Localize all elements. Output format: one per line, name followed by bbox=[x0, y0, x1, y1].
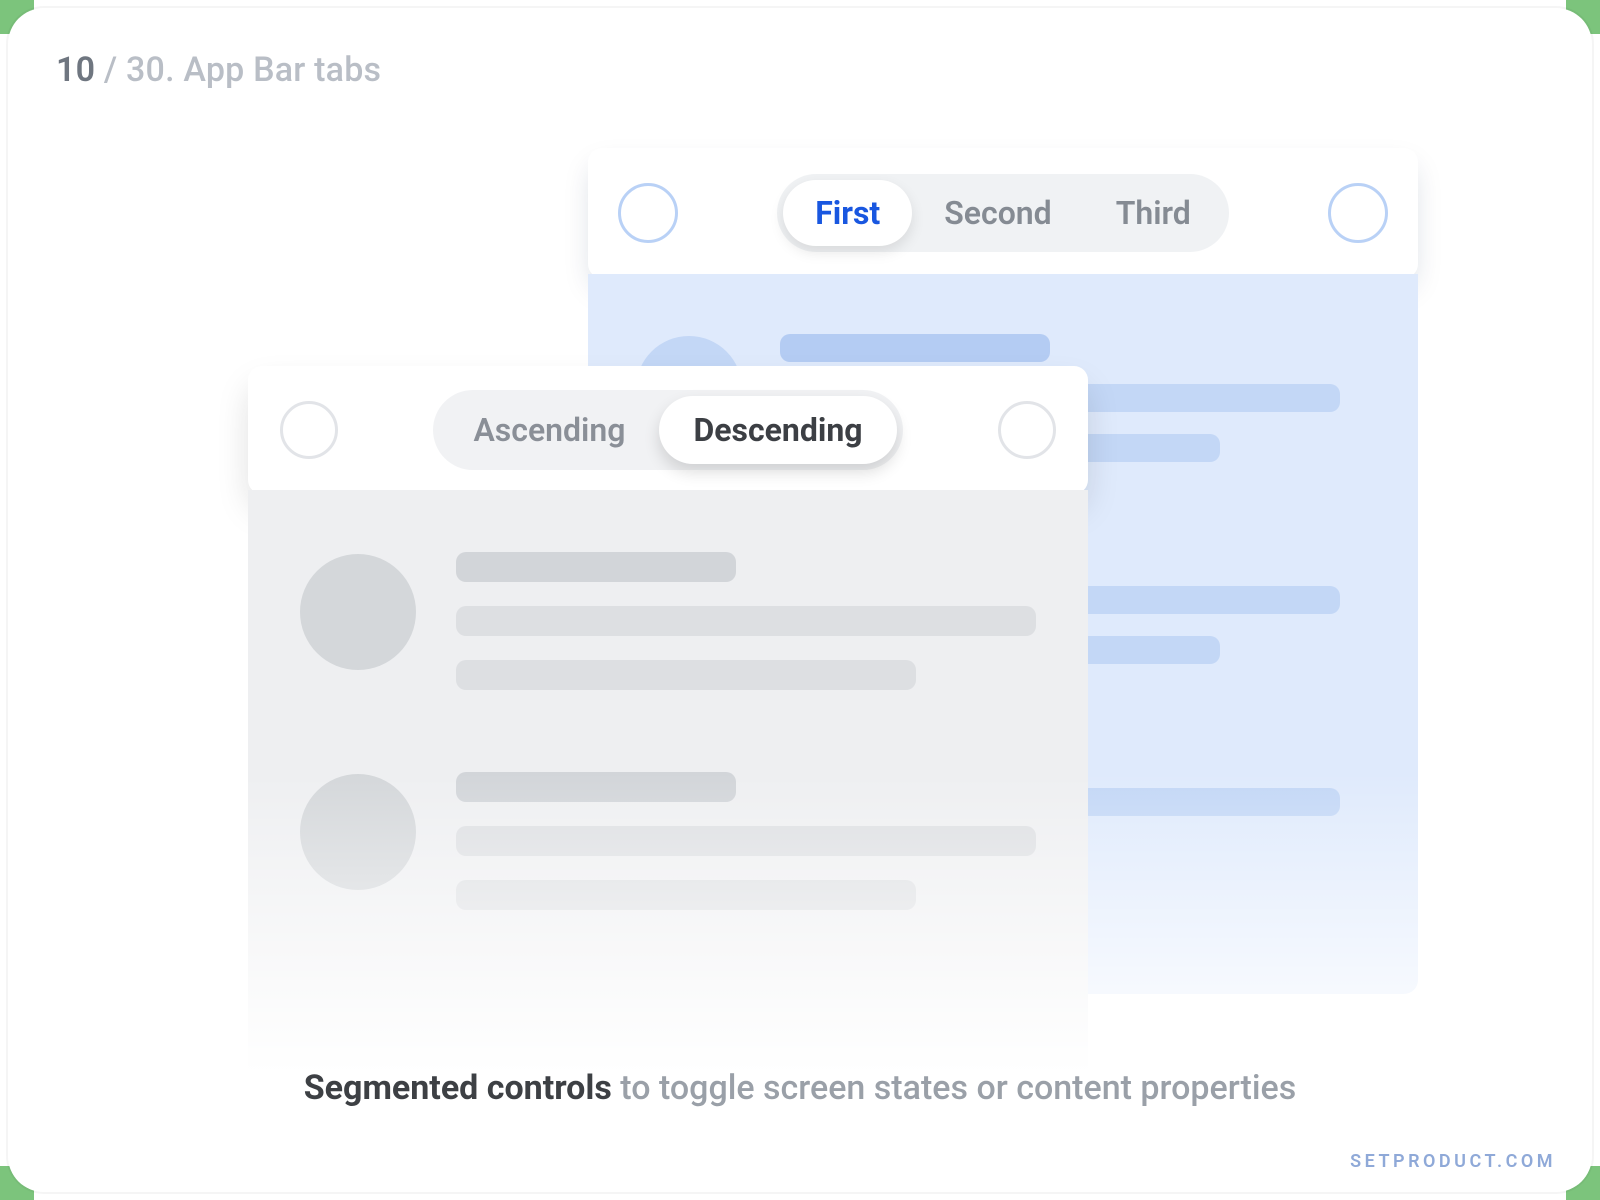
text-placeholder bbox=[780, 334, 1050, 362]
slide-caption: Segmented controls to toggle screen stat… bbox=[8, 1068, 1592, 1108]
caption-rest: to toggle screen states or content prope… bbox=[612, 1068, 1296, 1108]
breadcrumb-title: 30. App Bar tabs bbox=[126, 50, 381, 90]
app-bar-blue: First Second Third bbox=[588, 148, 1418, 278]
list-item bbox=[300, 548, 1036, 690]
tab-second[interactable]: Second bbox=[912, 180, 1083, 246]
placeholder-circle-icon[interactable] bbox=[618, 183, 678, 243]
text-placeholder bbox=[456, 660, 916, 690]
text-placeholder bbox=[456, 772, 736, 802]
breadcrumb-sep: / bbox=[95, 50, 126, 90]
segmented-control-gray: Ascending Descending bbox=[433, 390, 902, 470]
text-placeholder-group bbox=[456, 768, 1036, 910]
list-item bbox=[300, 768, 1036, 910]
text-placeholder-group bbox=[456, 548, 1036, 690]
slide-stage: 10 / 30. App Bar tabs First Second Third bbox=[8, 8, 1592, 1192]
app-bar-gray: Ascending Descending bbox=[248, 366, 1088, 494]
tabs-card-gray: Ascending Descending bbox=[248, 366, 1088, 1130]
tab-descending[interactable]: Descending bbox=[659, 396, 896, 464]
breadcrumb: 10 / 30. App Bar tabs bbox=[56, 50, 381, 90]
avatar-placeholder bbox=[300, 774, 416, 890]
text-placeholder bbox=[456, 552, 736, 582]
tab-first[interactable]: First bbox=[783, 180, 912, 246]
content-area-gray bbox=[248, 490, 1088, 1130]
tab-third[interactable]: Third bbox=[1084, 180, 1223, 246]
caption-strong: Segmented controls bbox=[304, 1068, 612, 1108]
tab-ascending[interactable]: Ascending bbox=[439, 396, 659, 464]
watermark: SETPRODUCT.COM bbox=[1350, 1151, 1556, 1172]
segmented-control-blue: First Second Third bbox=[777, 174, 1229, 252]
avatar-placeholder bbox=[300, 554, 416, 670]
placeholder-circle-icon[interactable] bbox=[1328, 183, 1388, 243]
placeholder-circle-icon[interactable] bbox=[998, 401, 1056, 459]
text-placeholder bbox=[456, 826, 1036, 856]
text-placeholder bbox=[456, 880, 916, 910]
breadcrumb-current: 10 bbox=[56, 50, 95, 90]
text-placeholder bbox=[456, 606, 1036, 636]
placeholder-circle-icon[interactable] bbox=[280, 401, 338, 459]
